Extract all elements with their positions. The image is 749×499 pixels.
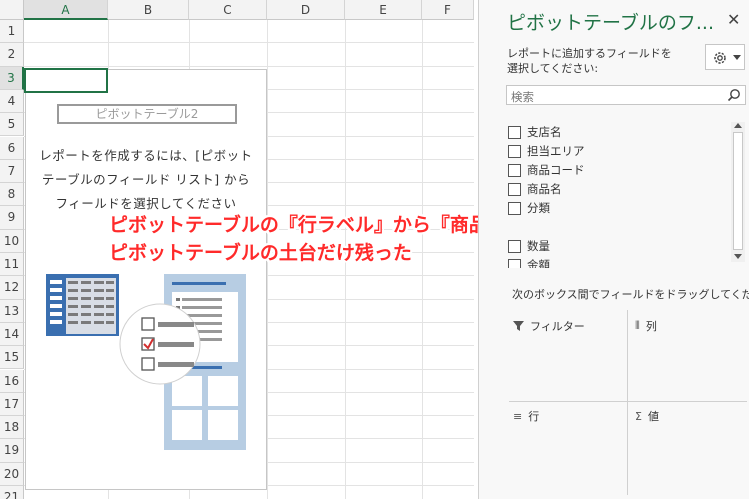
column-header-a[interactable]: A [24, 0, 108, 20]
area-divider [627, 310, 628, 495]
row-header[interactable]: 21 [0, 486, 24, 499]
filter-area-label: フィルター [513, 318, 585, 334]
rows-area[interactable]: ≡ 行 [507, 402, 625, 492]
row-header[interactable]: 6 [0, 136, 24, 160]
row-header[interactable]: 11 [0, 253, 24, 277]
field-item-product-name[interactable]: 商品名 [508, 181, 562, 197]
field-item-amount[interactable]: 金額 [508, 257, 550, 268]
field-list: 支店名 担当エリア 商品コード 商品名 分類 数量 金額 [506, 118, 746, 268]
field-list-scrollbar[interactable] [731, 122, 745, 262]
field-label: 商品名 [527, 182, 562, 196]
checkbox[interactable] [508, 239, 521, 253]
field-label: 支店名 [527, 125, 562, 139]
pane-title: ピボットテーブルのフ... [507, 12, 714, 34]
row-header[interactable]: 5 [0, 113, 24, 137]
scroll-up-icon[interactable] [734, 123, 742, 129]
gear-icon [714, 52, 726, 64]
field-label: 金額 [527, 258, 550, 268]
selected-cell-a3[interactable] [24, 68, 108, 93]
checkbox[interactable] [508, 201, 521, 215]
field-item-area[interactable]: 担当エリア [508, 143, 585, 159]
row-header[interactable]: 16 [0, 369, 24, 393]
area-label-text: 列 [645, 320, 657, 333]
columns-area-label: ⦀ 列 [635, 318, 657, 334]
columns-area[interactable]: ⦀ 列 [629, 312, 747, 402]
row-header[interactable]: 7 [0, 159, 24, 184]
filter-icon [513, 321, 524, 331]
scroll-down-icon[interactable] [734, 254, 742, 260]
grid-line [422, 20, 423, 499]
checkbox[interactable] [508, 163, 521, 177]
pivot-instructions-line: テーブルのフィールド リスト] から [41, 172, 251, 187]
field-label: 分類 [527, 201, 550, 215]
row-header[interactable]: 3 [0, 66, 24, 90]
pivot-table-placeholder[interactable]: ピボットテーブル2 レポートを作成するには、[ピボット テーブルのフィールド リ… [25, 69, 267, 490]
chevron-down-icon [733, 55, 741, 60]
field-label: 担当エリア [527, 144, 585, 158]
tools-button[interactable] [705, 44, 745, 70]
area-label-text: 行 [528, 410, 540, 423]
annotation-line-2: ピボットテーブルの土台だけ残った [109, 242, 412, 264]
row-header[interactable]: 14 [0, 322, 24, 347]
values-area-label: Σ 値 [635, 408, 659, 424]
row-header[interactable]: 13 [0, 299, 24, 323]
field-label: 数量 [527, 239, 550, 253]
field-search[interactable] [506, 85, 746, 106]
grid-line [24, 65, 474, 67]
row-header[interactable]: 19 [0, 439, 24, 463]
pivot-illustration [46, 274, 246, 450]
row-header[interactable]: 12 [0, 276, 24, 300]
row-header[interactable]: 4 [0, 89, 24, 114]
search-input[interactable] [507, 88, 715, 106]
row-header[interactable]: 8 [0, 183, 24, 207]
row-header[interactable]: 20 [0, 462, 24, 486]
column-header-f[interactable]: F [422, 0, 474, 20]
area-label-text: フィルター [530, 320, 585, 333]
rows-icon: ≡ [513, 409, 523, 423]
checkbox[interactable] [508, 258, 521, 268]
field-item-product-code[interactable]: 商品コード [508, 162, 585, 178]
pivot-field-list-pane: ピボットテーブルのフ... ✕ レポートに追加するフィールドを選択してください:… [478, 0, 749, 499]
row-header[interactable]: 9 [0, 206, 24, 230]
column-header-c[interactable]: C [189, 0, 267, 20]
checkbox[interactable] [508, 144, 521, 158]
pane-description: レポートに追加するフィールドを選択してください: [507, 47, 672, 75]
column-header-b[interactable]: B [108, 0, 189, 20]
field-item-branch[interactable]: 支店名 [508, 124, 562, 140]
drag-instructions: 次のボックス間でフィールドをドラッグしてください: [512, 288, 749, 301]
row-header[interactable]: 1 [0, 20, 24, 44]
pivot-instructions: レポートを作成するには、[ピボット テーブルのフィールド リスト] から フィー… [26, 144, 266, 216]
row-header[interactable]: 2 [0, 43, 24, 67]
pivot-table-name: ピボットテーブル2 [57, 104, 237, 124]
row-header[interactable]: 10 [0, 229, 24, 253]
grid-line [24, 42, 474, 44]
sigma-icon: Σ [635, 409, 642, 423]
select-all-corner[interactable] [0, 0, 24, 20]
area-label-text: 値 [647, 410, 659, 423]
search-icon[interactable] [727, 88, 741, 102]
values-area[interactable]: Σ 値 [629, 402, 747, 492]
checkbox[interactable] [508, 125, 521, 139]
columns-icon: ⦀ [635, 319, 640, 332]
field-item-category[interactable]: 分類 [508, 200, 550, 216]
column-header-e[interactable]: E [345, 0, 422, 20]
rows-area-label: ≡ 行 [513, 408, 539, 424]
close-icon[interactable]: ✕ [727, 10, 740, 29]
filter-area[interactable]: フィルター [507, 312, 625, 402]
checkbox[interactable] [508, 182, 521, 196]
column-header-d[interactable]: D [267, 0, 345, 20]
row-header[interactable]: 18 [0, 416, 24, 440]
field-label: 商品コード [527, 163, 585, 177]
pivot-instructions-line: レポートを作成するには、[ピボット [39, 148, 253, 163]
scrollbar-thumb[interactable] [733, 132, 743, 250]
row-header[interactable]: 17 [0, 392, 24, 417]
row-header[interactable]: 15 [0, 346, 24, 370]
field-item-quantity[interactable]: 数量 [508, 238, 550, 254]
